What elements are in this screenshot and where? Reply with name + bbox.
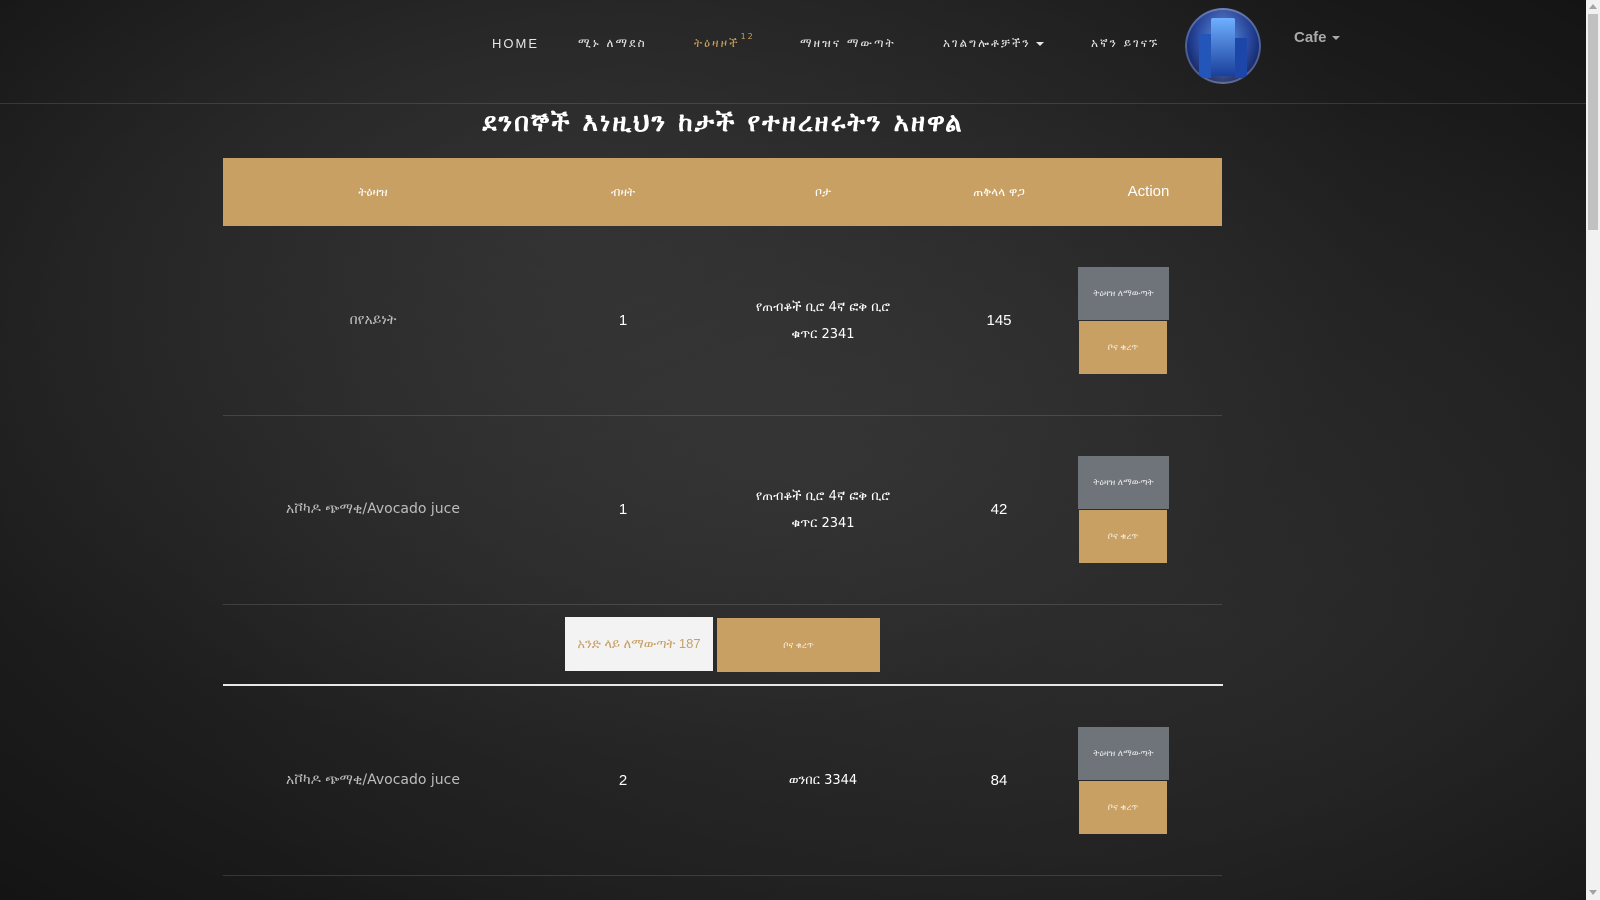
group-separator	[223, 684, 1223, 686]
header-action: Action	[1127, 183, 1170, 200]
avatar-building-left	[1199, 34, 1211, 78]
row-item: አቮካዶ ጭማቂ/Avocado juce	[286, 501, 460, 517]
row-divider	[223, 415, 1222, 416]
row-place: ወንበር 3344	[788, 773, 858, 788]
pay-button[interactable]: ቦና ቁረጥ	[1079, 781, 1167, 834]
user-menu-label: Cafe	[1294, 29, 1327, 46]
nav-orders-label: ትዕዛዞች	[694, 36, 740, 50]
row-place-line1: የጠብቆች ቢሮ 4ኛ ፎቅ ቢሮ	[755, 489, 891, 504]
view-order-button[interactable]: ትዕዛዝ ለማውጣት	[1078, 727, 1169, 780]
avatar-building-right	[1235, 38, 1247, 78]
orders-table-header: ትዕዛዝ ብዛት ቦታ ጠቅላላ ዋጋ Action	[223, 158, 1222, 226]
header-order: ትዕዛዝ	[358, 185, 388, 199]
row-place: የጠብቆች ቢሮ 4ኛ ፎቅ ቢሮ ቁጥር 2341	[723, 294, 923, 348]
view-order-button[interactable]: ትዕዛዝ ለማውጣት	[1078, 456, 1169, 509]
view-all-button[interactable]: አንድ ላይ ለማውጣት 187	[565, 617, 713, 671]
top-navbar: HOME ሚኑ ለማደስ ትዕዛዞች12 ማዘዝና ማውጣት አገልግሎቶቻችን…	[0, 0, 1586, 104]
nav-delivery[interactable]: ማዘዝና ማውጣት	[800, 36, 896, 51]
row-total: 145	[986, 312, 1012, 329]
row-quantity: 1	[618, 501, 628, 518]
pay-button[interactable]: ቦና ቁረጥ	[1079, 321, 1167, 374]
row-total: 84	[990, 772, 1008, 789]
user-menu-dropdown[interactable]: Cafe	[1294, 29, 1340, 46]
header-place: ቦታ	[815, 185, 831, 199]
chevron-down-icon	[1035, 41, 1044, 46]
row-item: አቮካዶ ጭማቂ/Avocado juce	[286, 772, 460, 788]
nav-menu-update[interactable]: ሚኑ ለማደስ	[578, 36, 647, 51]
row-item: በየአይነት	[349, 312, 397, 328]
nav-services-label: አገልግሎቶቻችን	[943, 36, 1031, 50]
avatar-building-center	[1211, 18, 1235, 76]
row-quantity: 1	[618, 312, 628, 329]
orders-count-badge: 12	[740, 32, 755, 41]
page: HOME ሚኑ ለማደስ ትዕዛዞች12 ማዘዝና ማውጣት አገልግሎቶቻችን…	[0, 0, 1586, 900]
row-place-line2: ቁጥር 2341	[791, 516, 855, 531]
avatar[interactable]	[1185, 8, 1261, 84]
pay-all-button[interactable]: ቦና ቁረጥ	[717, 618, 880, 672]
header-quantity: ብዛት	[610, 185, 636, 199]
page-title: ደንበኞች እነዚህን ከታች የተዘረዘሩትን አዘዋል	[482, 108, 964, 138]
pay-button[interactable]: ቦና ቁረጥ	[1079, 510, 1167, 563]
row-divider	[223, 875, 1222, 876]
header-total: ጠቅላላ ዋጋ	[973, 185, 1025, 199]
row-place-line2: ቁጥር 2341	[791, 327, 855, 342]
nav-home[interactable]: HOME	[492, 36, 539, 51]
nav-contact[interactable]: አኛን ይገናኙ	[1091, 36, 1159, 51]
row-place-line1: የጠብቆች ቢሮ 4ኛ ፎቅ ቢሮ	[755, 300, 891, 315]
scroll-up-icon[interactable]	[1589, 4, 1597, 9]
row-quantity: 2	[618, 772, 628, 789]
scrollbar-thumb[interactable]	[1588, 14, 1598, 230]
nav-orders[interactable]: ትዕዛዞች12	[694, 32, 755, 51]
row-divider	[223, 604, 1222, 605]
vertical-scrollbar[interactable]	[1586, 0, 1600, 900]
scroll-down-icon[interactable]	[1589, 890, 1597, 895]
nav-services-dropdown[interactable]: አገልግሎቶቻችን	[943, 36, 1044, 51]
chevron-down-icon	[1331, 36, 1340, 41]
view-order-button[interactable]: ትዕዛዝ ለማውጣት	[1078, 267, 1169, 320]
row-place: የጠብቆች ቢሮ 4ኛ ፎቅ ቢሮ ቁጥር 2341	[723, 483, 923, 537]
row-total: 42	[990, 501, 1008, 518]
